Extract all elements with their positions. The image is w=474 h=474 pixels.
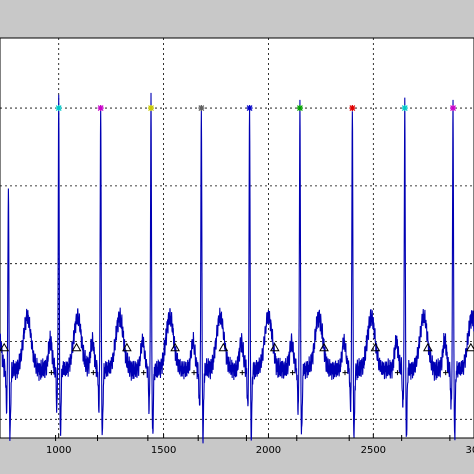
x-tick-label: 2500 xyxy=(361,445,386,456)
r-peak-marker xyxy=(97,105,104,112)
x-tick-label: 3000 xyxy=(465,445,474,456)
r-peak-marker xyxy=(296,105,303,112)
plot-area xyxy=(0,37,474,439)
x-tick-label: 1000 xyxy=(46,445,71,456)
r-peak-marker xyxy=(450,105,457,112)
r-peak-marker xyxy=(55,105,62,112)
r-peak-marker xyxy=(148,105,155,112)
r-peak-marker xyxy=(246,105,253,112)
x-tick-label: 2000 xyxy=(256,445,281,456)
ecg-chart: 1000 1500 2000 2500 3000 xyxy=(0,37,474,456)
r-peak-marker xyxy=(349,105,356,112)
r-peak-marker xyxy=(401,105,408,112)
r-peak-marker xyxy=(198,105,205,112)
x-tick-label: 1500 xyxy=(151,445,176,456)
